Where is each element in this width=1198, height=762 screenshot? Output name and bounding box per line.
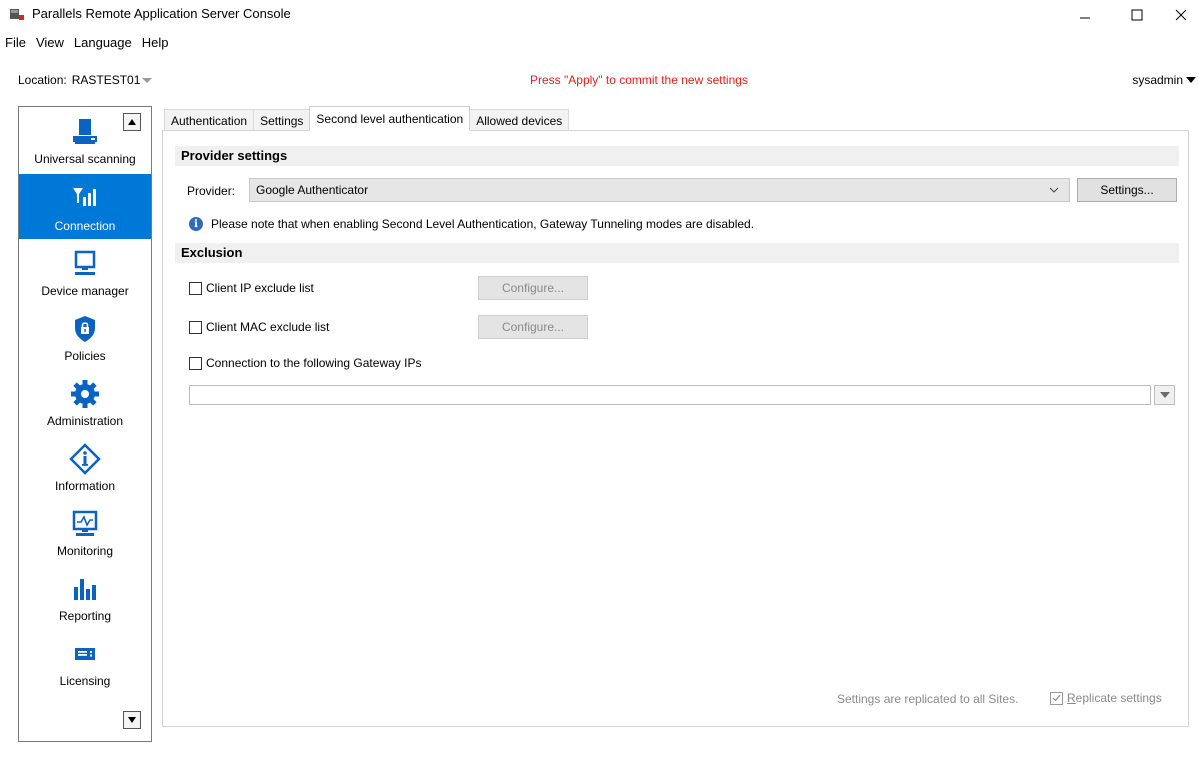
tunneling-note: i Please note that when enabling Second … bbox=[189, 217, 754, 231]
sidebar-item-label: Administration bbox=[46, 414, 124, 428]
location-label: Location: bbox=[18, 73, 67, 87]
gateway-ips-checkbox[interactable]: Connection to the following Gateway IPs bbox=[189, 356, 421, 370]
location-selector[interactable]: Location: RASTEST01 bbox=[18, 73, 153, 87]
sidebar-item-reporting[interactable]: Reporting bbox=[19, 564, 151, 629]
sidebar-item-policies[interactable]: Policies bbox=[19, 304, 151, 369]
title-bar: Parallels Remote Application Server Cons… bbox=[0, 0, 1198, 30]
sidebar-item-label: Universal scanning bbox=[34, 152, 136, 166]
scanner-icon bbox=[69, 116, 101, 148]
monitoring-screen-icon bbox=[69, 508, 101, 540]
sidebar-item-label: Licensing bbox=[59, 674, 111, 688]
sidebar-item-label: Device manager bbox=[41, 284, 129, 298]
replicate-settings-checkbox[interactable]: Replicate settings bbox=[1050, 691, 1162, 705]
tab-settings[interactable]: Settings bbox=[253, 109, 311, 131]
bar-chart-icon bbox=[69, 573, 101, 605]
tab-allowed-devices[interactable]: Allowed devices bbox=[469, 109, 570, 131]
triangle-down-icon bbox=[128, 717, 136, 723]
caret-down-icon[interactable] bbox=[1186, 77, 1196, 83]
tab-panel: Provider settings Provider: Google Authe… bbox=[162, 130, 1189, 727]
maximize-button[interactable] bbox=[1114, 0, 1160, 30]
client-ip-exclude-checkbox[interactable]: Client IP exclude list bbox=[189, 281, 314, 295]
sidebar-item-label: Information bbox=[54, 479, 116, 493]
client-ip-configure-button[interactable]: Configure... bbox=[478, 276, 588, 300]
sidebar-item-device-manager[interactable]: Device manager bbox=[19, 239, 151, 304]
tab-second-level-authentication[interactable]: Second level authentication bbox=[309, 106, 471, 131]
monitor-icon bbox=[69, 248, 101, 280]
provider-value: Google Authenticator bbox=[256, 183, 369, 197]
location-value[interactable]: RASTEST01 bbox=[72, 73, 141, 87]
menu-file[interactable]: File bbox=[0, 32, 31, 54]
checkbox-box[interactable] bbox=[189, 320, 202, 334]
sidebar-item-administration[interactable]: Administration bbox=[19, 369, 151, 434]
category-sidebar: Universal scanning Connection Device man… bbox=[18, 106, 152, 742]
provider-select[interactable]: Google Authenticator bbox=[249, 178, 1070, 202]
menu-bar: File View Language Help bbox=[0, 32, 1198, 54]
signal-icon bbox=[69, 183, 101, 215]
provider-label: Provider: bbox=[187, 184, 236, 198]
provider-settings-button[interactable]: Settings... bbox=[1077, 178, 1177, 202]
sidebar-item-information[interactable]: Information bbox=[19, 434, 151, 499]
gateway-ips-dropdown-button[interactable] bbox=[1154, 385, 1175, 405]
menu-language[interactable]: Language bbox=[69, 32, 137, 54]
client-mac-configure-button[interactable]: Configure... bbox=[478, 315, 588, 339]
menu-help[interactable]: Help bbox=[137, 32, 174, 54]
user-menu[interactable]: sysadmin bbox=[1132, 73, 1196, 87]
sidebar-item-monitoring[interactable]: Monitoring bbox=[19, 499, 151, 564]
info-diamond-icon bbox=[69, 443, 101, 475]
info-icon: i bbox=[189, 217, 203, 231]
gateway-ips-label[interactable]: Connection to the following Gateway IPs bbox=[206, 356, 421, 370]
checkbox-box[interactable] bbox=[189, 281, 202, 295]
license-card-icon bbox=[69, 638, 101, 670]
client-mac-exclude-checkbox[interactable]: Client MAC exclude list bbox=[189, 320, 329, 334]
sidebar-item-label: Reporting bbox=[58, 609, 112, 623]
checkmark-icon bbox=[1052, 694, 1061, 702]
close-button[interactable] bbox=[1158, 0, 1198, 30]
client-mac-exclude-label[interactable]: Client MAC exclude list bbox=[206, 320, 329, 334]
provider-settings-header: Provider settings bbox=[175, 146, 1179, 166]
checkbox-box[interactable] bbox=[189, 356, 202, 370]
minimize-button[interactable] bbox=[1062, 0, 1108, 30]
app-logo-icon bbox=[10, 9, 24, 20]
sidebar-item-licensing[interactable]: Licensing bbox=[19, 629, 151, 694]
scroll-down-button[interactable] bbox=[123, 711, 141, 729]
menu-view[interactable]: View bbox=[31, 32, 69, 54]
minimize-icon bbox=[1080, 17, 1090, 19]
sidebar-item-label: Connection bbox=[54, 219, 116, 233]
replication-info: Settings are replicated to all Sites. bbox=[837, 692, 1019, 706]
tab-authentication[interactable]: Authentication bbox=[164, 109, 255, 131]
close-icon bbox=[1175, 9, 1187, 21]
window-title: Parallels Remote Application Server Cons… bbox=[32, 6, 291, 21]
user-name[interactable]: sysadmin bbox=[1132, 73, 1183, 87]
exclusion-header: Exclusion bbox=[175, 243, 1179, 263]
sidebar-item-label: Policies bbox=[64, 349, 106, 363]
gear-icon bbox=[69, 378, 101, 410]
replicate-accelerator: R bbox=[1067, 691, 1076, 705]
settings-tabs: Authentication Settings Second level aut… bbox=[164, 106, 570, 131]
replicate-settings-label[interactable]: Replicate settings bbox=[1067, 691, 1162, 705]
chevron-down-icon[interactable] bbox=[142, 77, 153, 83]
sidebar-item-label: Monitoring bbox=[56, 544, 114, 558]
apply-notice: Press "Apply" to commit the new settings bbox=[530, 73, 748, 87]
maximize-icon bbox=[1131, 9, 1143, 21]
gateway-ips-input[interactable] bbox=[189, 385, 1151, 405]
replicate-label-rest: eplicate settings bbox=[1075, 691, 1162, 705]
chevron-down-icon bbox=[1049, 187, 1059, 193]
client-ip-exclude-label[interactable]: Client IP exclude list bbox=[206, 281, 314, 295]
sidebar-item-connection[interactable]: Connection bbox=[19, 174, 151, 239]
checkbox-box[interactable] bbox=[1050, 691, 1063, 705]
tunneling-note-text: Please note that when enabling Second Le… bbox=[211, 217, 755, 231]
sidebar-item-universal-scanning[interactable]: Universal scanning bbox=[19, 107, 151, 172]
shield-lock-icon bbox=[69, 313, 101, 345]
triangle-down-icon bbox=[1159, 392, 1170, 398]
